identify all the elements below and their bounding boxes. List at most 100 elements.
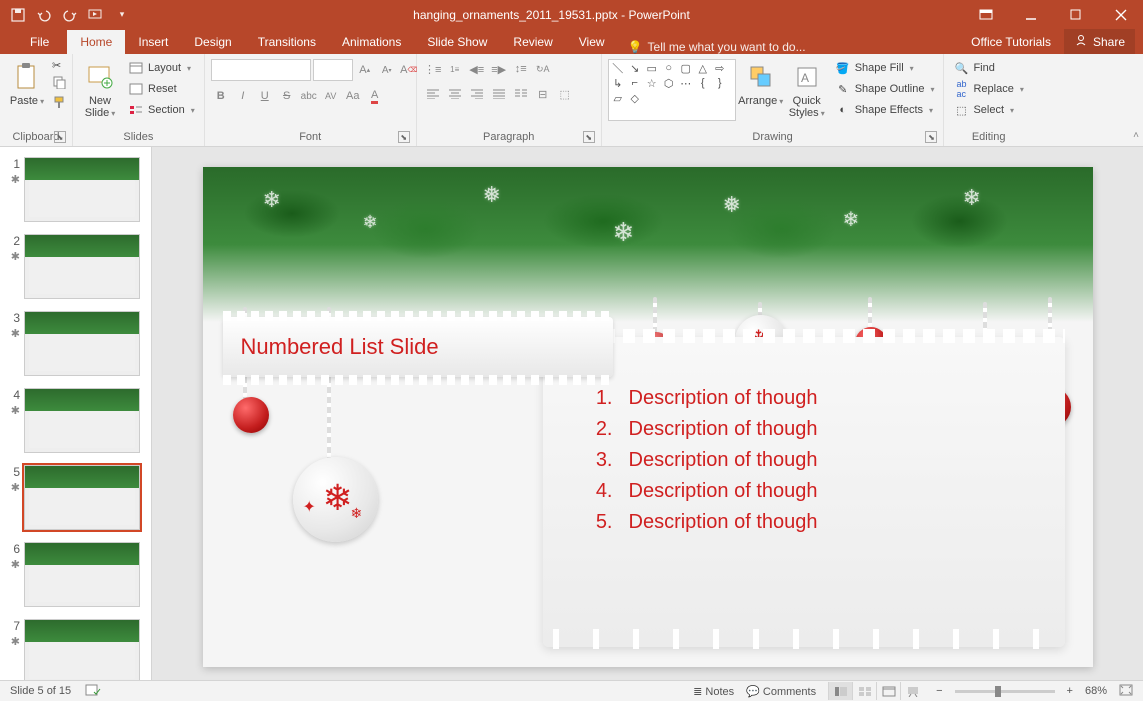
qat-dropdown-icon[interactable]: ▾ bbox=[114, 7, 130, 23]
copy-icon[interactable] bbox=[52, 75, 66, 92]
decrease-indent-icon[interactable]: ◀≡ bbox=[467, 59, 487, 79]
tab-review[interactable]: Review bbox=[500, 30, 565, 54]
align-right-icon[interactable] bbox=[467, 84, 487, 104]
text-direction-icon[interactable]: ↻A bbox=[533, 59, 553, 79]
change-case-icon[interactable]: Aa bbox=[343, 86, 363, 106]
tab-transitions[interactable]: Transitions bbox=[245, 30, 329, 54]
underline-icon[interactable]: U bbox=[255, 86, 275, 106]
reading-view-icon[interactable] bbox=[876, 682, 900, 700]
clear-formatting-icon[interactable]: A⌫ bbox=[399, 60, 419, 80]
shape-action-icon[interactable]: ▱ bbox=[611, 92, 625, 104]
increase-indent-icon[interactable]: ≡▶ bbox=[489, 59, 509, 79]
redo-icon[interactable] bbox=[62, 7, 78, 23]
collapse-ribbon-icon[interactable]: ˄ bbox=[1133, 130, 1139, 141]
layout-button[interactable]: Layout▾ bbox=[125, 59, 198, 77]
paragraph-dialog-icon[interactable]: ⬊ bbox=[583, 131, 595, 143]
tab-home[interactable]: Home bbox=[67, 30, 125, 54]
drawing-dialog-icon[interactable]: ⬊ bbox=[925, 131, 937, 143]
paste-button[interactable]: Paste▾ bbox=[6, 59, 48, 109]
cut-icon[interactable]: ✂ bbox=[52, 59, 66, 72]
quick-styles-button[interactable]: A Quick Styles▾ bbox=[786, 59, 828, 121]
comments-button[interactable]: 💬 Comments bbox=[746, 685, 816, 698]
tab-view[interactable]: View bbox=[566, 30, 618, 54]
line-spacing-icon[interactable]: ↕≡ bbox=[511, 59, 531, 79]
fit-to-window-icon[interactable] bbox=[1119, 684, 1133, 699]
undo-icon[interactable] bbox=[36, 7, 52, 23]
justify-icon[interactable] bbox=[489, 84, 509, 104]
shape-fill-button[interactable]: 🪣Shape Fill▾ bbox=[832, 59, 938, 77]
tab-insert[interactable]: Insert bbox=[125, 30, 181, 54]
bullets-icon[interactable]: ⋮≡ bbox=[423, 59, 443, 79]
shape-roundrect-icon[interactable]: ▢ bbox=[679, 62, 693, 74]
reset-button[interactable]: Reset bbox=[125, 80, 198, 98]
thumbnail-1[interactable]: 1✱ bbox=[6, 157, 145, 222]
shape-callout-icon[interactable]: ◇ bbox=[628, 92, 642, 104]
shape-more-icon[interactable]: ⋯ bbox=[679, 77, 693, 89]
shrink-font-icon[interactable]: A▾ bbox=[377, 60, 397, 80]
tell-me[interactable]: 💡 Tell me what you want to do... bbox=[618, 40, 816, 54]
zoom-out-icon[interactable]: − bbox=[936, 685, 942, 697]
spacing-icon[interactable]: AV bbox=[321, 86, 341, 106]
font-family-select[interactable] bbox=[211, 59, 311, 81]
font-color-icon[interactable]: A bbox=[365, 86, 385, 106]
shape-oval-icon[interactable]: ○ bbox=[662, 62, 676, 74]
thumbnail-2[interactable]: 2✱ bbox=[6, 234, 145, 299]
tab-animations[interactable]: Animations bbox=[329, 30, 414, 54]
ribbon-display-icon[interactable] bbox=[963, 0, 1008, 29]
clipboard-dialog-icon[interactable]: ⬊ bbox=[54, 131, 66, 143]
align-center-icon[interactable] bbox=[445, 84, 465, 104]
replace-button[interactable]: abacReplace▾ bbox=[950, 80, 1026, 98]
slide-canvas[interactable]: ❄ ❄ ❅ ❄ ❅ ❄ ❄ ❄ ✦ ❄ ❄ bbox=[152, 147, 1143, 680]
thumbnail-5[interactable]: 5✱ bbox=[6, 465, 145, 530]
shape-brace1-icon[interactable]: { bbox=[696, 77, 710, 89]
save-icon[interactable] bbox=[10, 7, 26, 23]
italic-icon[interactable]: I bbox=[233, 86, 253, 106]
new-slide-button[interactable]: New Slide▾ bbox=[79, 59, 121, 121]
shape-triangle-icon[interactable]: △ bbox=[696, 62, 710, 74]
grow-font-icon[interactable]: A▴ bbox=[355, 60, 375, 80]
bold-icon[interactable]: B bbox=[211, 86, 231, 106]
shape-rect-icon[interactable]: ▭ bbox=[645, 62, 659, 74]
arrange-button[interactable]: Arrange▾ bbox=[740, 59, 782, 109]
shape-hex-icon[interactable]: ⬡ bbox=[662, 77, 676, 89]
shape-elbow-icon[interactable]: ⌐ bbox=[628, 77, 642, 89]
shape-effects-button[interactable]: ◐Shape Effects▾ bbox=[832, 101, 938, 119]
thumbnail-4[interactable]: 4✱ bbox=[6, 388, 145, 453]
zoom-slider[interactable] bbox=[955, 690, 1055, 693]
numbering-icon[interactable]: 1≡ bbox=[445, 59, 465, 79]
content-placeholder[interactable]: 1.Description of though2.Description of … bbox=[543, 337, 1065, 647]
shapes-gallery[interactable]: ＼ ↘ ▭ ○ ▢ △ ⇨ ↳ ⌐ ☆ ⬡ ⋯ { } ▱ ◇ bbox=[608, 59, 736, 121]
thumbnail-3[interactable]: 3✱ bbox=[6, 311, 145, 376]
font-dialog-icon[interactable]: ⬊ bbox=[398, 131, 410, 143]
share-button[interactable]: Share bbox=[1064, 29, 1135, 54]
slide-counter[interactable]: Slide 5 of 15 bbox=[10, 685, 71, 697]
align-left-icon[interactable] bbox=[423, 84, 443, 104]
shape-line-icon[interactable]: ＼ bbox=[611, 62, 625, 74]
sorter-view-icon[interactable] bbox=[852, 682, 876, 700]
select-button[interactable]: ⬚Select▾ bbox=[950, 101, 1026, 119]
zoom-level[interactable]: 68% bbox=[1085, 685, 1107, 697]
columns-icon[interactable] bbox=[511, 84, 531, 104]
minimize-button[interactable] bbox=[1008, 0, 1053, 29]
zoom-in-icon[interactable]: + bbox=[1067, 685, 1073, 697]
shape-arrowr-icon[interactable]: ⇨ bbox=[713, 62, 727, 74]
section-button[interactable]: Section▾ bbox=[125, 101, 198, 119]
smartart-icon[interactable]: ⬚ bbox=[555, 84, 575, 104]
thumbnail-pane[interactable]: 1✱2✱3✱4✱5✱6✱7✱ bbox=[0, 147, 152, 680]
shape-outline-button[interactable]: ✎Shape Outline▾ bbox=[832, 80, 938, 98]
align-text-icon[interactable]: ⊟ bbox=[533, 84, 553, 104]
spellcheck-icon[interactable] bbox=[85, 683, 101, 700]
notes-button[interactable]: ≣ Notes bbox=[693, 685, 734, 698]
font-size-select[interactable] bbox=[313, 59, 353, 81]
office-tutorials[interactable]: Office Tutorials bbox=[958, 30, 1064, 54]
shape-star-icon[interactable]: ☆ bbox=[645, 77, 659, 89]
maximize-button[interactable] bbox=[1053, 0, 1098, 29]
tab-slideshow[interactable]: Slide Show bbox=[414, 30, 500, 54]
tab-file[interactable]: File bbox=[12, 30, 67, 54]
close-button[interactable] bbox=[1098, 0, 1143, 29]
thumbnail-7[interactable]: 7✱ bbox=[6, 619, 145, 680]
format-painter-icon[interactable] bbox=[52, 95, 66, 112]
strikethrough-icon[interactable]: S bbox=[277, 86, 297, 106]
shadow-icon[interactable]: abc bbox=[299, 86, 319, 106]
normal-view-icon[interactable] bbox=[828, 682, 852, 700]
